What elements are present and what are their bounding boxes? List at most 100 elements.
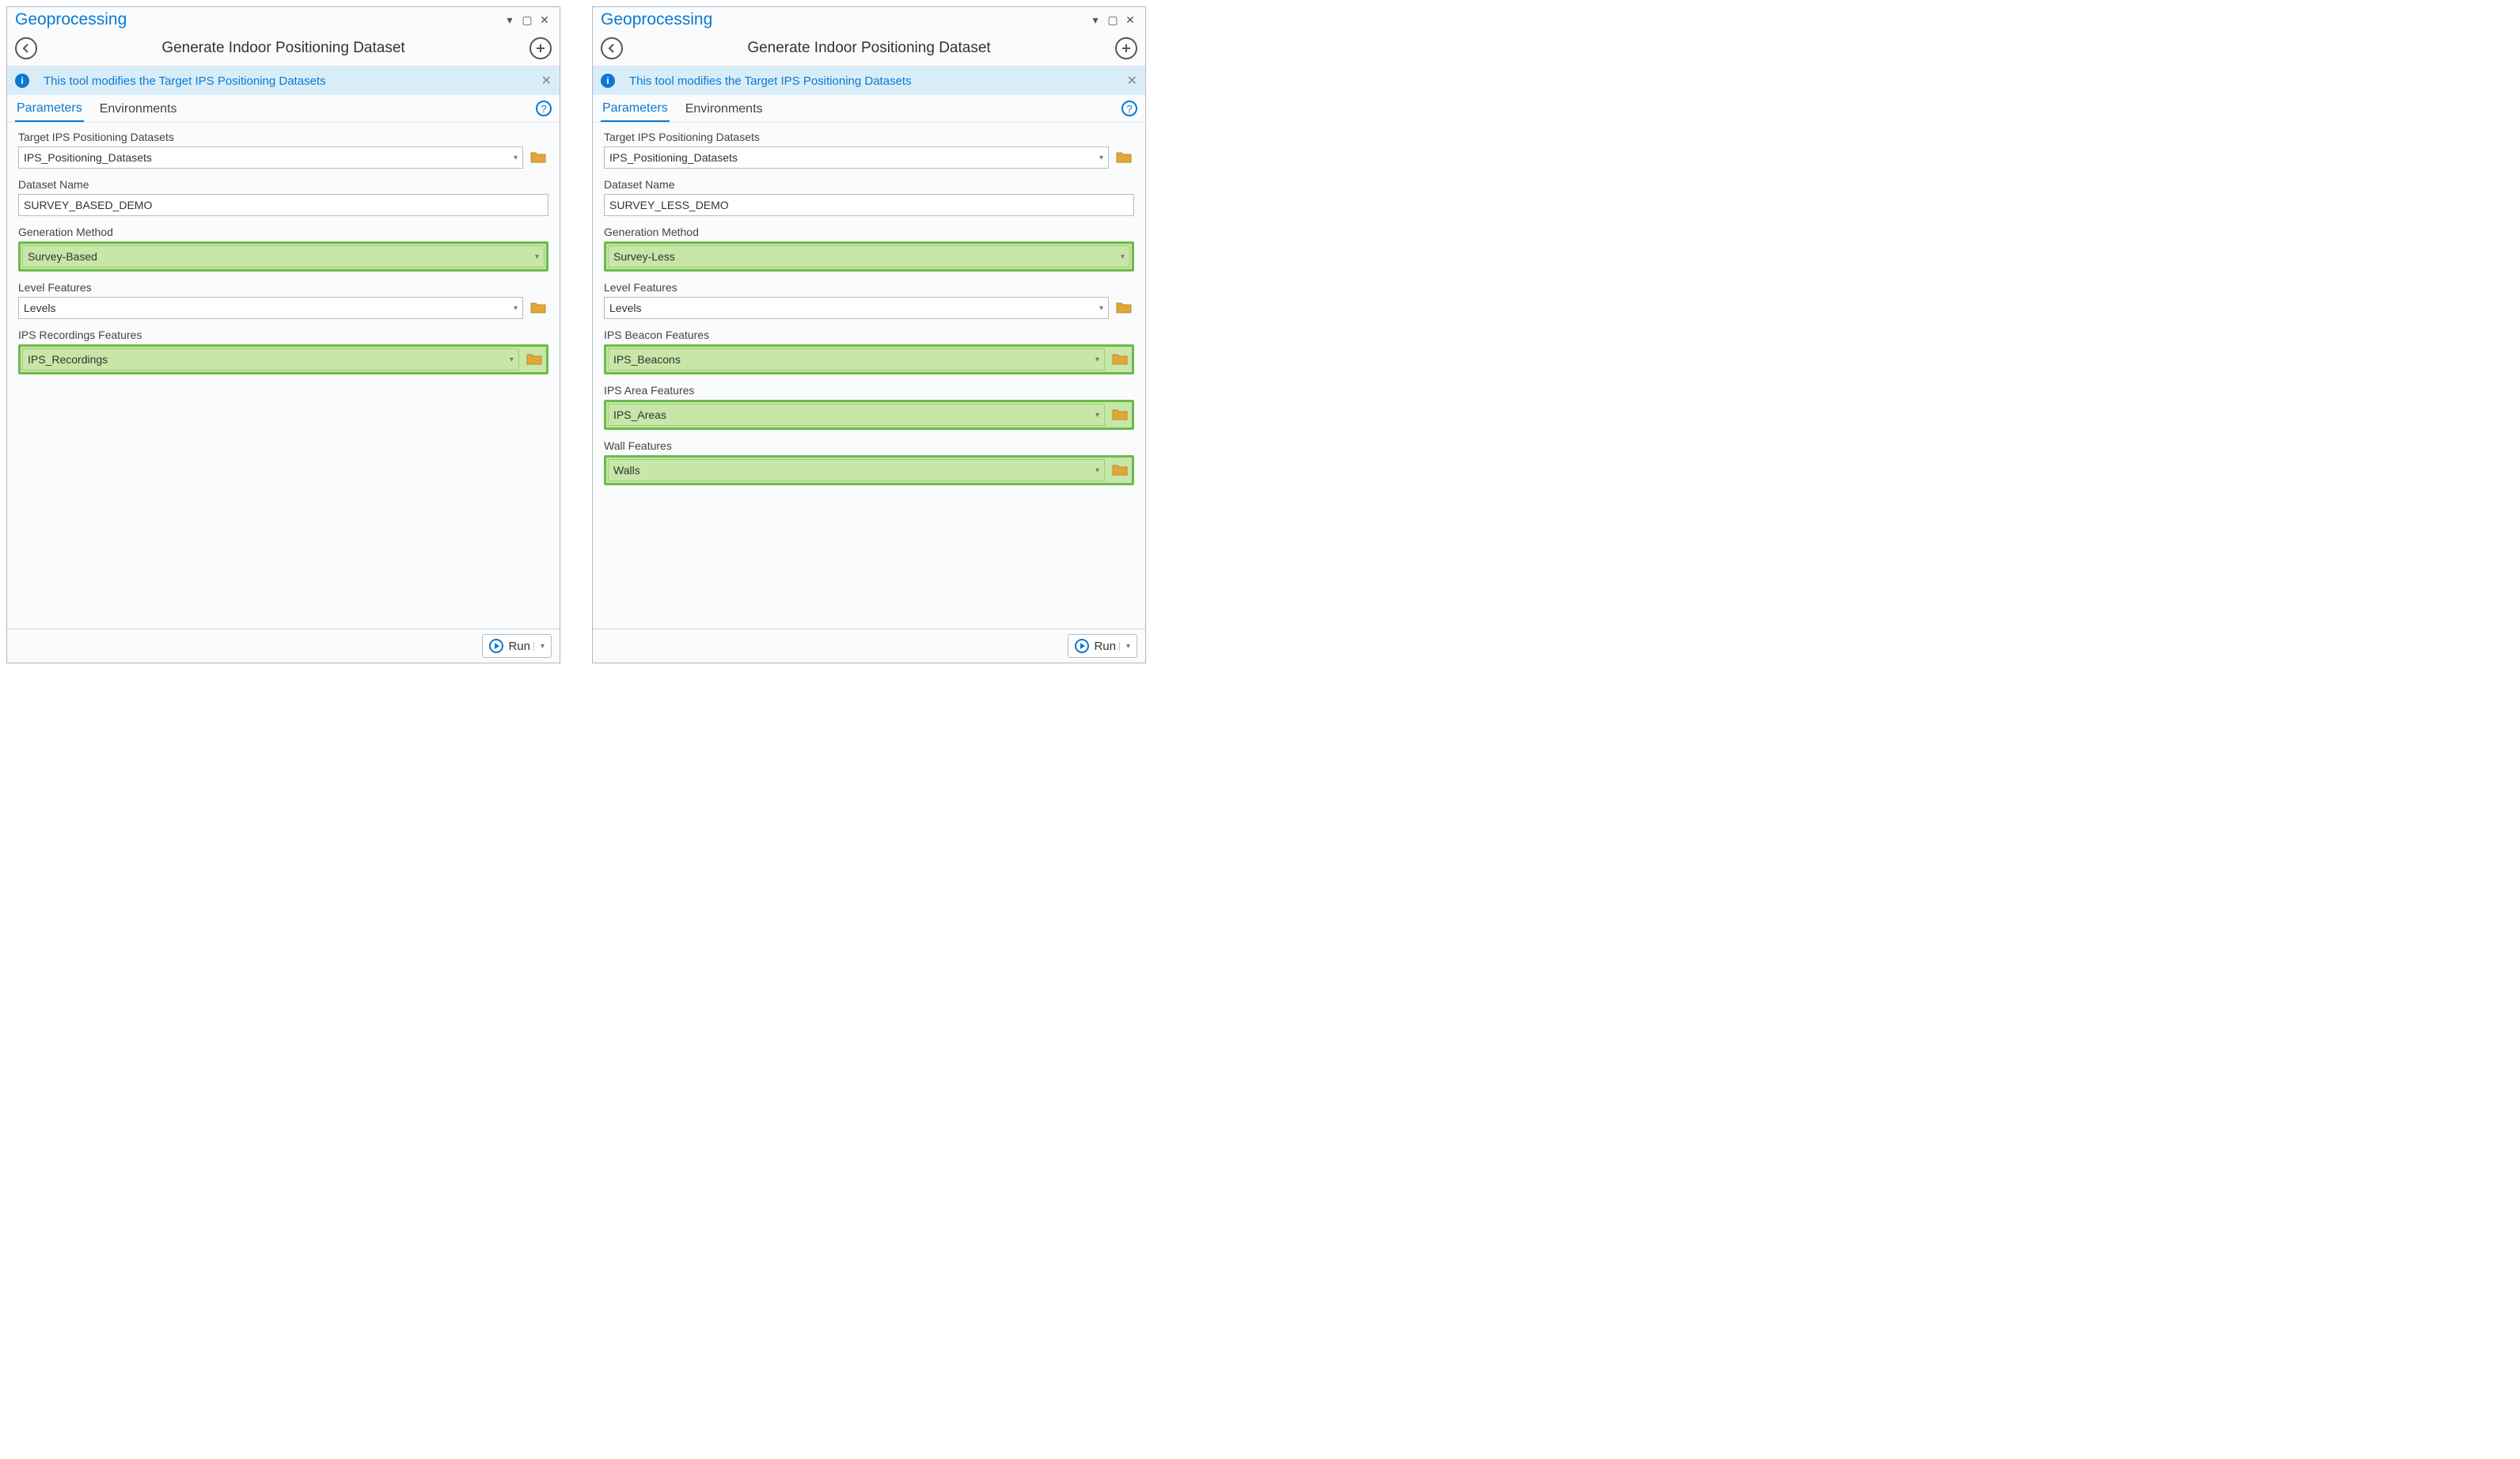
combo-ips-areas[interactable]: ▾ [608,404,1105,426]
banner-close-icon[interactable]: ✕ [541,73,552,89]
field-label: Target IPS Positioning Datasets [604,131,1134,143]
combo-input[interactable] [613,250,1121,263]
field-ips-recordings: IPS Recordings Features ▾ [18,329,548,374]
tab-parameters[interactable]: Parameters [601,95,670,122]
field-label: Generation Method [18,226,548,238]
run-button[interactable]: Run ▾ [482,634,552,658]
combo-input[interactable] [609,302,1099,314]
chevron-down-icon: ▾ [514,304,518,313]
combo-input[interactable] [24,151,514,164]
run-dropdown[interactable]: ▾ [1119,642,1137,651]
browse-button[interactable] [1110,459,1130,481]
browse-button[interactable] [528,146,548,169]
field-dataset-name: Dataset Name [604,178,1134,216]
play-icon [1075,639,1089,653]
combo-ips-beacons[interactable]: ▾ [608,348,1105,370]
run-button[interactable]: Run ▾ [1068,634,1137,658]
combo-input[interactable] [613,464,1095,477]
combo-walls[interactable]: ▾ [608,459,1105,481]
field-label: Dataset Name [18,178,548,191]
geoprocessing-panel-left: Geoprocessing ▾ ▢ ✕ Generate Indoor Posi… [6,6,560,663]
combo-target-ips[interactable]: ▾ [18,146,523,169]
browse-button[interactable] [528,297,548,319]
help-icon[interactable]: ? [1121,101,1137,116]
field-wall-features: Wall Features ▾ [604,439,1134,485]
combo-target-ips[interactable]: ▾ [604,146,1109,169]
combo-input[interactable] [613,408,1095,421]
combo-input[interactable] [609,151,1099,164]
text-dataset-name[interactable] [18,194,548,216]
combo-input[interactable] [28,353,510,366]
text-input[interactable] [609,199,1129,211]
field-generation-method: Generation Method ▾ [604,226,1134,272]
chevron-down-icon: ▾ [1095,466,1099,475]
form-body: Target IPS Positioning Datasets ▾ Datase… [7,123,560,629]
tool-title: Generate Indoor Positioning Dataset [623,40,1115,57]
chevron-down-icon: ▾ [1095,355,1099,364]
tool-title: Generate Indoor Positioning Dataset [37,40,529,57]
field-label: IPS Area Features [604,384,1134,397]
field-label: Level Features [604,281,1134,294]
info-banner: i This tool modifies the Target IPS Posi… [7,66,560,95]
titlebar: Geoprocessing ▾ ▢ ✕ [593,7,1145,31]
info-text: This tool modifies the Target IPS Positi… [44,74,527,88]
browse-button[interactable] [1110,348,1130,370]
play-icon [489,639,503,653]
field-ips-beacon: IPS Beacon Features ▾ [604,329,1134,374]
chevron-down-icon: ▾ [514,154,518,162]
combo-ips-recordings[interactable]: ▾ [22,348,519,370]
browse-button[interactable] [1110,404,1130,426]
add-button[interactable] [529,37,552,59]
combo-generation-method[interactable]: ▾ [608,245,1130,268]
back-button[interactable] [15,37,37,59]
tool-header: Generate Indoor Positioning Dataset [593,31,1145,66]
text-input[interactable] [24,199,543,211]
maximize-icon[interactable]: ▢ [1104,12,1121,28]
help-icon[interactable]: ? [536,101,552,116]
geoprocessing-panel-right: Geoprocessing ▾ ▢ ✕ Generate Indoor Posi… [592,6,1146,663]
add-button[interactable] [1115,37,1137,59]
browse-button[interactable] [524,348,545,370]
field-target-ips: Target IPS Positioning Datasets ▾ [604,131,1134,169]
info-icon: i [15,74,29,88]
run-dropdown[interactable]: ▾ [533,642,551,651]
maximize-icon[interactable]: ▢ [518,12,536,28]
field-dataset-name: Dataset Name [18,178,548,216]
field-label: Generation Method [604,226,1134,238]
close-icon[interactable]: ✕ [1121,12,1139,28]
combo-generation-method[interactable]: ▾ [22,245,545,268]
field-level-features: Level Features ▾ [604,281,1134,319]
combo-input[interactable] [24,302,514,314]
tab-environments[interactable]: Environments [684,96,765,121]
combo-level-features[interactable]: ▾ [604,297,1109,319]
menu-chevron-icon[interactable]: ▾ [501,12,518,28]
tab-parameters[interactable]: Parameters [15,95,84,122]
form-body: Target IPS Positioning Datasets ▾ Datase… [593,123,1145,629]
close-icon[interactable]: ✕ [536,12,553,28]
titlebar: Geoprocessing ▾ ▢ ✕ [7,7,560,31]
footer: Run ▾ [7,629,560,663]
info-text: This tool modifies the Target IPS Positi… [629,74,1113,88]
menu-chevron-icon[interactable]: ▾ [1087,12,1104,28]
combo-level-features[interactable]: ▾ [18,297,523,319]
text-dataset-name[interactable] [604,194,1134,216]
footer: Run ▾ [593,629,1145,663]
tabs: Parameters Environments ? [7,95,560,123]
tab-environments[interactable]: Environments [98,96,179,121]
panel-title: Geoprocessing [15,10,501,29]
browse-button[interactable] [1114,146,1134,169]
combo-input[interactable] [28,250,535,263]
field-generation-method: Generation Method ▾ [18,226,548,272]
back-button[interactable] [601,37,623,59]
chevron-down-icon: ▾ [535,253,539,261]
field-ips-area: IPS Area Features ▾ [604,384,1134,430]
combo-input[interactable] [613,353,1095,366]
chevron-down-icon: ▾ [1099,304,1103,313]
info-banner: i This tool modifies the Target IPS Posi… [593,66,1145,95]
field-label: Target IPS Positioning Datasets [18,131,548,143]
browse-button[interactable] [1114,297,1134,319]
field-target-ips: Target IPS Positioning Datasets ▾ [18,131,548,169]
banner-close-icon[interactable]: ✕ [1127,73,1137,89]
field-label: IPS Beacon Features [604,329,1134,341]
run-label: Run [508,640,533,653]
